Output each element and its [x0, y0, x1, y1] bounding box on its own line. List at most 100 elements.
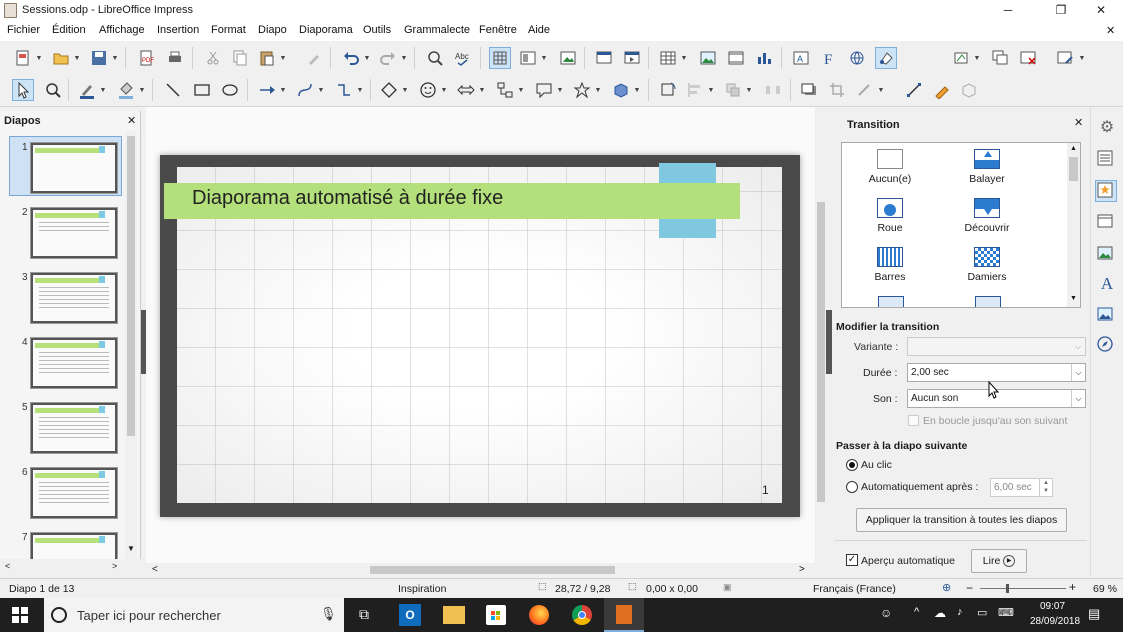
minimize-button[interactable]: ─ — [985, 0, 1031, 21]
sidebar-settings-icon[interactable]: ⚙ — [1096, 117, 1118, 139]
scroll-right-icon[interactable]: > — [112, 561, 117, 571]
crop-icon[interactable] — [826, 79, 848, 101]
arrow-line-icon[interactable] — [256, 79, 278, 101]
start-current-slide-icon[interactable] — [621, 47, 643, 69]
table-icon[interactable] — [657, 47, 679, 69]
scroll-thumb[interactable] — [127, 136, 135, 436]
show-draw-functions-icon[interactable] — [875, 47, 897, 69]
file-explorer-icon[interactable] — [443, 606, 465, 624]
slide-thumbnail-2[interactable] — [31, 208, 117, 258]
export-pdf-icon[interactable]: PDF — [135, 47, 157, 69]
keyboard-icon[interactable]: ⌨ — [998, 606, 1014, 619]
new-dropdown-icon[interactable]: ▼ — [35, 47, 43, 69]
menu-format[interactable]: Format — [211, 24, 246, 36]
zoom-level[interactable]: 69 % — [1093, 583, 1117, 595]
zoom-pan-icon[interactable] — [42, 79, 64, 101]
save-icon[interactable] — [88, 47, 110, 69]
slide-layout-icon[interactable] — [1054, 47, 1076, 69]
transition-wheel[interactable]: Roue — [845, 198, 935, 234]
rectangle-tool-icon[interactable] — [191, 79, 213, 101]
menu-fichier[interactable]: Fichier — [7, 24, 40, 36]
line-color-dropdown-icon[interactable]: ▼ — [99, 79, 107, 101]
variant-dropdown-icon[interactable]: ⌵ — [1071, 338, 1085, 355]
fontwork-icon[interactable]: F — [818, 47, 840, 69]
transition-checkers[interactable]: Damiers — [942, 247, 1032, 283]
block-arrows-icon[interactable] — [455, 79, 477, 101]
fontwork-styles-icon[interactable]: A — [1096, 274, 1118, 296]
clock-date[interactable]: 28/09/2018 — [1030, 616, 1080, 627]
menu-aide[interactable]: Aide — [528, 24, 550, 36]
zoom-out-button[interactable]: − — [966, 581, 973, 595]
undo-dropdown-icon[interactable]: ▼ — [363, 47, 371, 69]
open-dropdown-icon[interactable]: ▼ — [73, 47, 81, 69]
start-first-slide-icon[interactable] — [593, 47, 615, 69]
zoom-slider-thumb[interactable] — [1006, 584, 1009, 593]
paste-dropdown-icon[interactable]: ▼ — [279, 47, 287, 69]
auto-after-radio[interactable] — [846, 481, 858, 493]
outlook-icon[interactable]: O — [399, 604, 421, 626]
block-arrows-dropdown-icon[interactable]: ▼ — [478, 79, 486, 101]
textbox-icon[interactable]: A — [790, 47, 812, 69]
slides-vertical-scrollbar[interactable]: ▼ — [125, 131, 137, 559]
slide-thumbnail-1[interactable] — [31, 143, 117, 193]
clone-format-icon[interactable] — [303, 47, 325, 69]
slides-horizontal-scrollbar[interactable]: < > — [0, 559, 141, 576]
on-click-radio[interactable] — [846, 459, 858, 471]
master-name-status[interactable]: Inspiration — [398, 583, 446, 595]
play-button[interactable]: Lire ▶ — [971, 549, 1027, 573]
redo-dropdown-icon[interactable]: ▼ — [400, 47, 408, 69]
curve-tool-icon[interactable] — [294, 79, 316, 101]
transform-dropdown-icon[interactable]: ▼ — [973, 47, 981, 69]
menu-grammalecte[interactable]: Grammalecte — [404, 24, 470, 36]
line-tool-icon[interactable] — [162, 79, 184, 101]
variant-select[interactable] — [907, 337, 1086, 356]
scroll-left-icon[interactable]: < — [5, 561, 10, 571]
fill-color-dropdown-icon[interactable]: ▼ — [138, 79, 146, 101]
slide-thumbnail-4[interactable] — [31, 338, 117, 388]
onedrive-icon[interactable]: ☁ — [934, 606, 946, 620]
show-hidden-icons-icon[interactable]: ^ — [914, 606, 919, 618]
slide-title-text[interactable]: Diaporama automatisé à durée fixe — [192, 187, 503, 210]
fit-slide-icon[interactable]: ⊕ — [942, 581, 951, 594]
close-document-button[interactable]: ✕ — [1106, 24, 1115, 37]
copy-icon[interactable] — [229, 47, 251, 69]
scroll-right-icon[interactable]: > — [799, 564, 805, 575]
connector-dropdown-icon[interactable]: ▼ — [356, 79, 364, 101]
symbol-dropdown-icon[interactable]: ▼ — [440, 79, 448, 101]
open-folder-icon[interactable] — [50, 47, 72, 69]
navigator-icon[interactable] — [1096, 335, 1118, 357]
print-icon[interactable] — [164, 47, 186, 69]
arrange-icon[interactable] — [722, 79, 744, 101]
display-views-icon[interactable] — [517, 47, 539, 69]
network-icon[interactable]: ▭ — [977, 606, 987, 619]
paste-icon[interactable] — [256, 47, 278, 69]
spinner-arrows-icon[interactable]: ▲ ▼ — [1039, 479, 1052, 496]
scroll-thumb[interactable] — [817, 202, 825, 502]
basic-shapes-icon[interactable] — [378, 79, 400, 101]
document-modified-icon[interactable]: ▣ — [723, 582, 732, 593]
basic-shapes-dropdown-icon[interactable]: ▼ — [401, 79, 409, 101]
menu-fenetre[interactable]: Fenêtre — [479, 24, 517, 36]
views-dropdown-icon[interactable]: ▼ — [540, 47, 548, 69]
stars-icon[interactable] — [571, 79, 593, 101]
close-slides-panel-button[interactable]: ✕ — [127, 114, 136, 127]
windows-start-icon[interactable] — [12, 607, 28, 623]
hyperlink-icon[interactable] — [846, 47, 868, 69]
menu-insertion[interactable]: Insertion — [157, 24, 199, 36]
auto-preview-checkbox[interactable]: ✓ — [846, 554, 858, 566]
curve-dropdown-icon[interactable]: ▼ — [317, 79, 325, 101]
apply-all-slides-button[interactable]: Appliquer la transition à toutes les dia… — [856, 508, 1067, 532]
menu-diaporama[interactable]: Diaporama — [299, 24, 353, 36]
chart-icon[interactable] — [753, 47, 775, 69]
zoom-slider[interactable] — [980, 588, 1066, 589]
align-dropdown-icon[interactable]: ▼ — [707, 79, 715, 101]
styles-icon[interactable] — [1096, 244, 1118, 266]
slide-thumbnail-7[interactable] — [31, 533, 117, 559]
people-icon[interactable]: ☺ — [880, 606, 892, 620]
filter-icon[interactable] — [854, 79, 876, 101]
ellipse-tool-icon[interactable] — [219, 79, 241, 101]
close-transition-panel-button[interactable]: ✕ — [1074, 116, 1083, 129]
points-icon[interactable] — [903, 79, 925, 101]
scroll-down-icon[interactable]: ▼ — [1067, 295, 1080, 302]
align-icon[interactable] — [684, 79, 706, 101]
